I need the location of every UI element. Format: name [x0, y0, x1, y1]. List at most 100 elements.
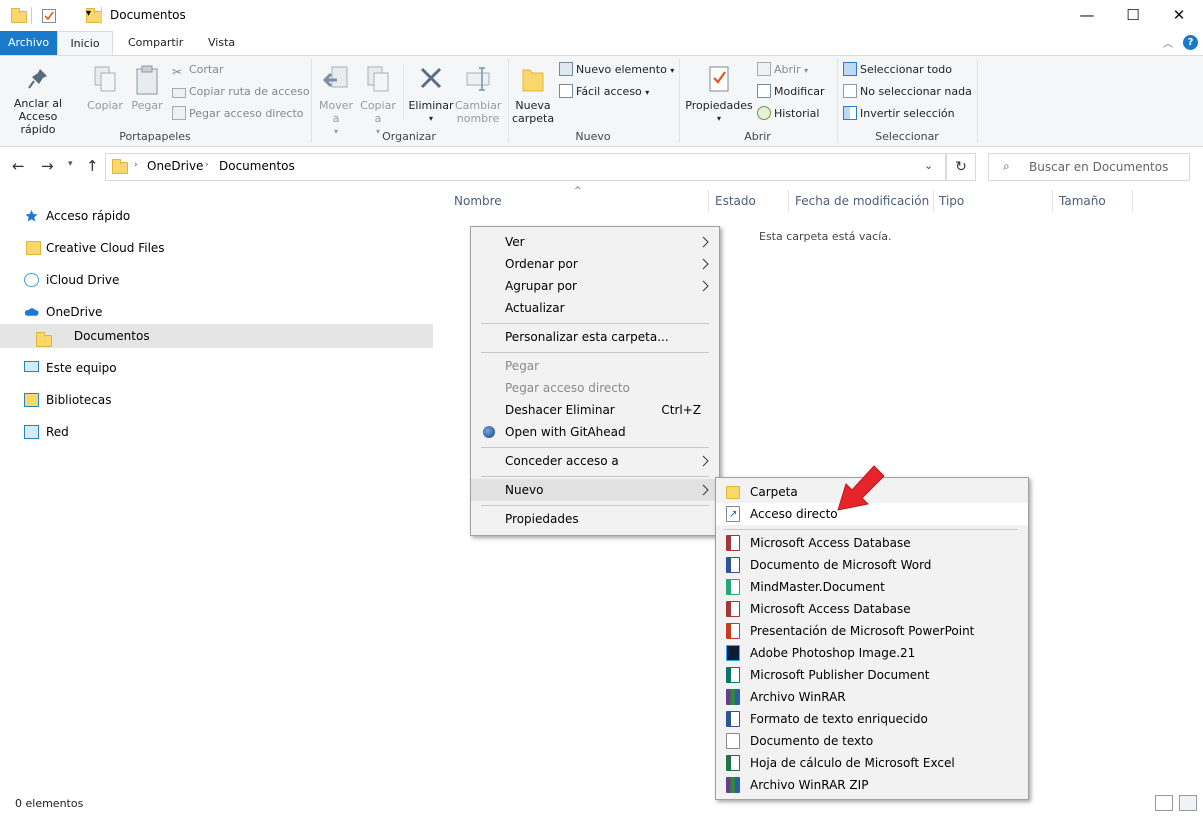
open-icon: [757, 62, 771, 76]
menu-item-conceder-acceso[interactable]: Conceder acceso a: [471, 450, 719, 472]
tab-archivo[interactable]: Archivo: [0, 31, 57, 55]
column-header-size[interactable]: Tamaño: [1059, 190, 1106, 212]
menu-item-deshacer-eliminar[interactable]: Deshacer Eliminar Ctrl+Z: [471, 399, 719, 421]
submenu-item-mindmaster[interactable]: MindMaster.Document: [716, 576, 1028, 598]
move-to-button[interactable]: Mover a ▾: [316, 64, 356, 138]
new-folder-label: Nueva carpeta: [512, 99, 555, 125]
edit-button[interactable]: Modificar: [757, 83, 825, 101]
up-arrow-icon[interactable]: ↑: [86, 157, 99, 175]
search-input[interactable]: Buscar en Documentos: [988, 153, 1190, 181]
nav-label: iCloud Drive: [46, 273, 120, 287]
nav-item-libraries[interactable]: Bibliotecas: [24, 388, 111, 412]
menu-item-label: Ordenar por: [505, 257, 578, 271]
nav-item-this-pc[interactable]: Este equipo: [24, 356, 117, 380]
copy-to-button[interactable]: Copiar a ▾: [358, 64, 398, 138]
open-button[interactable]: Abrir ▾: [757, 61, 808, 79]
mindmaster-icon: [726, 579, 740, 595]
large-icons-view-icon[interactable]: [1179, 795, 1197, 811]
history-button[interactable]: Historial: [757, 105, 819, 123]
submenu-item-photoshop[interactable]: Adobe Photoshop Image.21: [716, 642, 1028, 664]
breadcrumb-separator-icon: ›: [134, 160, 138, 170]
column-header-date-modified[interactable]: Fecha de modificación: [795, 190, 929, 212]
easy-access-button[interactable]: Fácil acceso ▾: [559, 83, 649, 101]
menu-item-agrupar-por[interactable]: Agrupar por: [471, 275, 719, 297]
nav-item-network[interactable]: Red: [24, 420, 69, 444]
menu-item-actualizar[interactable]: Actualizar: [471, 297, 719, 319]
tab-inicio[interactable]: Inicio: [57, 31, 113, 55]
column-separator[interactable]: [1132, 190, 1133, 212]
submenu-item-powerpoint[interactable]: Presentación de Microsoft PowerPoint: [716, 620, 1028, 642]
nav-item-creative-cloud[interactable]: Creative Cloud Files: [24, 236, 165, 260]
menu-item-ordenar-por[interactable]: Ordenar por: [471, 253, 719, 275]
column-separator[interactable]: [708, 190, 709, 212]
menu-separator: [481, 505, 709, 506]
column-header-status[interactable]: Estado: [715, 190, 756, 212]
customize-qa-chevron-icon[interactable]: ▾: [86, 8, 91, 19]
help-icon[interactable]: ?: [1183, 35, 1198, 50]
nav-item-onedrive[interactable]: OneDrive: [24, 300, 102, 324]
menu-item-nuevo[interactable]: Nuevo: [471, 479, 719, 501]
menu-item-pegar[interactable]: Pegar: [471, 355, 719, 377]
recent-locations-chevron-icon[interactable]: ▾: [68, 159, 73, 169]
submenu-item-excel[interactable]: Hoja de cálculo de Microsoft Excel: [716, 752, 1028, 774]
submenu-item-label: Acceso directo: [750, 507, 838, 521]
minimize-button[interactable]: —: [1064, 0, 1110, 31]
new-folder-button[interactable]: Nueva carpeta: [512, 64, 554, 125]
nav-item-documentos[interactable]: Documentos: [0, 324, 433, 348]
new-item-label: Nuevo elemento: [576, 63, 667, 76]
delete-button[interactable]: Eliminar ▾: [408, 64, 454, 125]
breadcrumb-onedrive[interactable]: OneDrive: [147, 159, 203, 173]
rename-icon: [466, 67, 490, 91]
new-item-button[interactable]: Nuevo elemento ▾: [559, 61, 674, 79]
column-separator[interactable]: [1052, 190, 1053, 212]
empty-folder-message: Esta carpeta está vacía.: [759, 230, 892, 243]
submenu-item-publisher[interactable]: Microsoft Publisher Document: [716, 664, 1028, 686]
maximize-button[interactable]: ☐: [1110, 0, 1156, 31]
paste-shortcut-button[interactable]: Pegar acceso directo: [172, 105, 304, 123]
column-separator[interactable]: [788, 190, 789, 212]
forward-arrow-icon[interactable]: →: [41, 157, 54, 175]
collapse-ribbon-icon[interactable]: ︿: [1163, 35, 1173, 50]
back-arrow-icon[interactable]: ←: [12, 157, 25, 175]
menu-item-pegar-acceso-directo[interactable]: Pegar acceso directo: [471, 377, 719, 399]
copy-button[interactable]: Copiar: [86, 64, 124, 112]
copy-path-button[interactable]: Copiar ruta de acceso: [172, 83, 310, 101]
column-separator[interactable]: [933, 190, 934, 212]
column-header-type[interactable]: Tipo: [939, 190, 964, 212]
refresh-icon[interactable]: ↻: [946, 153, 976, 181]
breadcrumb-documentos[interactable]: Documentos: [219, 159, 295, 173]
menu-item-propiedades[interactable]: Propiedades: [471, 508, 719, 530]
gitahead-icon: [483, 426, 495, 438]
nav-item-icloud-drive[interactable]: iCloud Drive: [24, 268, 119, 292]
invert-selection-button[interactable]: Invertir selección: [843, 105, 955, 123]
select-all-button[interactable]: Seleccionar todo: [843, 61, 952, 79]
submenu-item-access-db-2[interactable]: Microsoft Access Database: [716, 598, 1028, 620]
properties-button[interactable]: Propiedades ▾: [684, 64, 754, 125]
submenu-item-winrar[interactable]: Archivo WinRAR: [716, 686, 1028, 708]
tab-compartir[interactable]: Compartir: [116, 31, 195, 55]
menu-item-open-with-gitahead[interactable]: Open with GitAhead: [471, 421, 719, 443]
submenu-item-access-db-1[interactable]: Microsoft Access Database: [716, 532, 1028, 554]
nav-item-quick-access[interactable]: Acceso rápido: [24, 204, 130, 228]
paste-label: Pegar: [131, 99, 163, 112]
submenu-item-text-document[interactable]: Documento de texto: [716, 730, 1028, 752]
submenu-item-rtf[interactable]: Formato de texto enriquecido: [716, 708, 1028, 730]
menu-item-personalizar[interactable]: Personalizar esta carpeta...: [471, 326, 719, 348]
select-none-button[interactable]: No seleccionar nada: [843, 83, 972, 101]
rename-button[interactable]: Cambiar nombre: [455, 64, 501, 125]
paste-button[interactable]: Pegar: [127, 64, 167, 112]
cut-button[interactable]: ✂ Cortar: [172, 61, 224, 79]
column-header-name[interactable]: Nombre: [454, 190, 502, 212]
group-label-seleccionar: Seleccionar: [875, 130, 939, 143]
submenu-item-word[interactable]: Documento de Microsoft Word: [716, 554, 1028, 576]
close-button[interactable]: ✕: [1156, 0, 1202, 31]
details-view-icon[interactable]: [1155, 795, 1173, 811]
pin-quick-access-button[interactable]: Anclar al Acceso rápido: [5, 66, 71, 136]
properties-qa-icon[interactable]: [42, 9, 56, 23]
tab-vista[interactable]: Vista: [196, 31, 247, 55]
submenu-chevron-icon: [702, 236, 709, 248]
address-dropdown-chevron-icon[interactable]: ⌄: [924, 159, 933, 172]
address-bar[interactable]: › OneDrive › Documentos ⌄: [105, 153, 946, 181]
menu-item-ver[interactable]: Ver: [471, 231, 719, 253]
submenu-item-label: MindMaster.Document: [750, 580, 885, 594]
